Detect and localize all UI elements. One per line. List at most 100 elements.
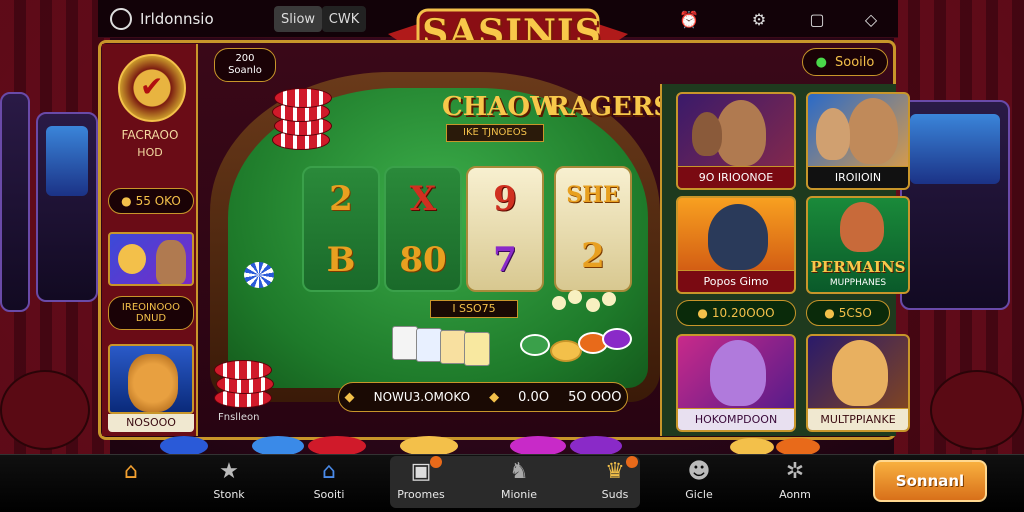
portrait bbox=[708, 204, 768, 270]
brand-logo[interactable]: Irldonnsio bbox=[105, 3, 214, 35]
portrait bbox=[156, 240, 186, 284]
left-tiger-thumb[interactable] bbox=[108, 344, 194, 414]
bg-slot-machine bbox=[36, 112, 98, 302]
online-dot-icon: ● bbox=[815, 54, 827, 70]
game-card-label: 9O IRIOONOE bbox=[678, 166, 794, 188]
nav-label: Suds bbox=[601, 488, 629, 501]
settings-icon[interactable]: ⚙ bbox=[748, 9, 770, 29]
reel-1: 2 B bbox=[302, 166, 380, 292]
nav-item-gicle[interactable]: ☻ Gicle bbox=[664, 458, 734, 508]
reel-symbol: 7 bbox=[493, 239, 517, 280]
status-label: Sooilo bbox=[835, 54, 875, 70]
chip-stack-bottom bbox=[214, 358, 284, 412]
portrait bbox=[816, 108, 850, 160]
house-icon: ⌂ bbox=[322, 458, 336, 484]
notification-icon[interactable]: ⏰ bbox=[678, 9, 700, 29]
chip-pile bbox=[520, 326, 634, 362]
reel-3: 9 7 bbox=[466, 166, 544, 292]
coin-icon: ● bbox=[697, 306, 708, 320]
game-card-sub: MUPPHANES bbox=[829, 278, 887, 288]
bet-amount[interactable]: 0.0O bbox=[518, 390, 549, 405]
flowers-decor bbox=[546, 290, 620, 330]
mascot-icon bbox=[118, 244, 146, 274]
game-card[interactable]: PERMAINS MUPPHANES bbox=[806, 196, 910, 294]
reel-symbol: 2 bbox=[329, 178, 353, 219]
bet-label: NOWU3.OMOKO bbox=[373, 390, 471, 404]
tab-show[interactable]: Sliow bbox=[274, 6, 322, 32]
reel-2: X 80 bbox=[384, 166, 462, 292]
nav-label: Mionie bbox=[500, 488, 538, 501]
bet-bar: ◆ NOWU3.OMOKO ◆ 0.0O 5O OOO bbox=[338, 382, 628, 412]
left-bottom-label: NOSOOO bbox=[108, 414, 194, 432]
primary-cta-button[interactable]: Sonnanl bbox=[873, 460, 987, 502]
game-card-label: IROIIOIN bbox=[808, 166, 908, 188]
bg-stool bbox=[930, 370, 1024, 450]
star-icon: ★ bbox=[219, 458, 239, 484]
table-subtitle: IKE TJNOEOS bbox=[446, 124, 544, 142]
reel-symbol: 2 bbox=[581, 236, 605, 276]
game-card-label: HOKOMPDOON bbox=[678, 408, 794, 430]
portrait bbox=[716, 100, 766, 166]
left-panel-subtitle: HOD bbox=[137, 146, 163, 159]
nav-label: Sooiti bbox=[313, 488, 345, 501]
nav-label: Stonk bbox=[213, 488, 245, 501]
chips-strip bbox=[160, 436, 860, 456]
portrait bbox=[832, 340, 888, 406]
game-card[interactable]: IROIIOIN bbox=[806, 92, 910, 190]
tab-cwk[interactable]: CWK bbox=[322, 6, 366, 32]
game-card-label: MULTPPIANKE bbox=[808, 408, 908, 430]
tiger-icon bbox=[128, 354, 178, 412]
status-button[interactable]: ● Sooilo bbox=[802, 48, 888, 76]
nav-item-mionie[interactable]: ♞ Mionie bbox=[484, 458, 554, 508]
right-balance: ● 5CSO bbox=[806, 300, 890, 326]
card-stack bbox=[392, 326, 502, 366]
reel-symbol: 9 bbox=[493, 178, 517, 219]
game-card[interactable]: HOKOMPDOON bbox=[676, 334, 796, 432]
left-card-label: IREOINOOO DNUD bbox=[108, 296, 194, 330]
coin-icon: ◆ bbox=[344, 389, 355, 405]
logo-icon bbox=[105, 3, 137, 35]
left-panel-title: FACRAOO bbox=[121, 128, 179, 142]
brand-name: Irldonnsio bbox=[140, 10, 214, 28]
blue-chip bbox=[244, 262, 274, 288]
reel-symbol: X bbox=[409, 178, 437, 219]
coin-icon: ◆ bbox=[489, 389, 500, 405]
nav-item-sooiti[interactable]: ⌂ Sooiti bbox=[294, 458, 364, 508]
bg-stool bbox=[0, 370, 90, 450]
nav-item-home[interactable]: ⌂ bbox=[96, 458, 166, 508]
table-title-1: CHAOW bbox=[442, 92, 560, 122]
nav-label: Proomes bbox=[397, 488, 445, 501]
nav-item-stonk[interactable]: ★ Stonk bbox=[194, 458, 264, 508]
nav-item-suds[interactable]: ♛ Suds bbox=[580, 456, 650, 508]
game-card-label: Popos Gimo bbox=[678, 270, 794, 292]
reel-symbol: B bbox=[326, 239, 356, 280]
nav-label: Aonm bbox=[779, 488, 811, 501]
slot-machine-icon: ▣ bbox=[406, 456, 442, 484]
coin-icon: ● bbox=[121, 194, 132, 208]
game-card[interactable]: MULTPPIANKE bbox=[806, 334, 910, 432]
reel-symbol: 80 bbox=[399, 239, 447, 280]
nav-item-aonm[interactable]: ✲ Aonm bbox=[760, 458, 830, 508]
right-balance-value: 10.20OOO bbox=[711, 306, 775, 320]
game-card[interactable]: Popos Gimo bbox=[676, 196, 796, 294]
game-card-title: PERMAINS bbox=[810, 258, 906, 276]
win-amount: 5O OOO bbox=[568, 389, 622, 405]
reel-badge: I SSO75 bbox=[430, 300, 518, 318]
portrait bbox=[710, 340, 766, 406]
nav-label: Gicle bbox=[685, 488, 713, 501]
creature-icon bbox=[840, 202, 884, 252]
gear-icon: ✲ bbox=[785, 458, 805, 484]
fullscreen-icon[interactable]: ▢ bbox=[806, 9, 828, 29]
diamond-icon[interactable]: ◇ bbox=[860, 9, 882, 29]
bg-slot-machine bbox=[900, 100, 1010, 310]
nav-item-proomes[interactable]: ▣ Proomes bbox=[386, 456, 456, 508]
reel-4: SHE 2 bbox=[554, 166, 632, 292]
game-card[interactable]: 9O IRIOONOE bbox=[676, 92, 796, 190]
right-balance: ● 10.20OOO bbox=[676, 300, 796, 326]
left-game-thumb[interactable] bbox=[108, 232, 194, 286]
portrait bbox=[848, 98, 898, 164]
table-caption: Fnslleon bbox=[218, 412, 260, 423]
crown-icon: ♛ bbox=[600, 456, 638, 484]
chip-stack bbox=[272, 86, 342, 156]
elephant-icon: ♞ bbox=[509, 458, 529, 484]
